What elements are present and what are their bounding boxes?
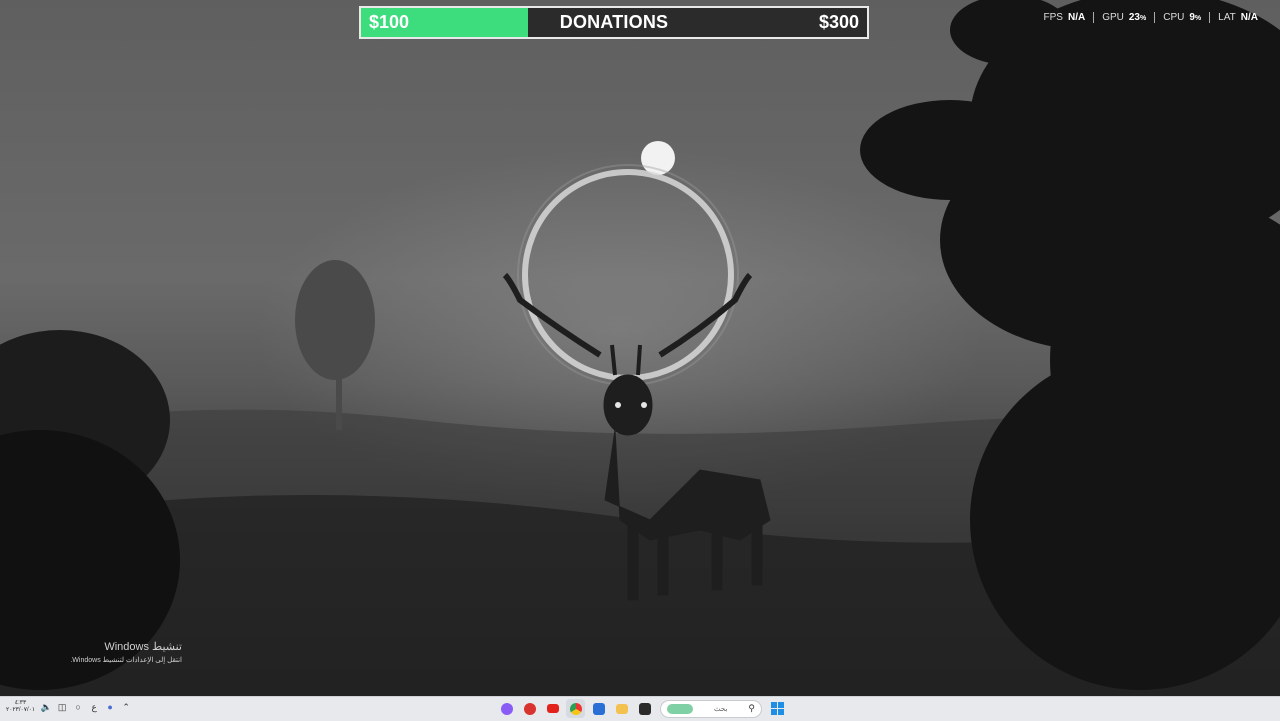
donation-goal-amount: $300: [818, 12, 859, 32]
performance-overlay: FPS N/A GPU 23% CPU 9% LAT N/A: [1036, 12, 1266, 23]
gpu-number: 23: [1128, 12, 1140, 23]
donation-title: DONATIONS: [559, 12, 669, 32]
gpu-stat: GPU 23%: [1093, 12, 1154, 23]
chevron-up-icon[interactable]: ⌃: [121, 702, 131, 712]
chrome-icon[interactable]: [566, 699, 585, 718]
cpu-unit: %: [1194, 15, 1202, 22]
latency-stat: LAT N/A: [1209, 12, 1266, 23]
fps-stat: FPS N/A: [1036, 12, 1094, 23]
fps-label: FPS: [1043, 12, 1063, 23]
latency-label: LAT: [1218, 12, 1236, 23]
store-icon[interactable]: [589, 699, 608, 718]
search-placeholder: بحث: [714, 705, 728, 713]
gpu-value: 23%: [1129, 12, 1146, 23]
cpu-stat: CPU 9%: [1154, 12, 1209, 23]
search-icon: ⚲: [748, 703, 755, 713]
donation-current-amount: $100: [369, 12, 410, 32]
start-button[interactable]: [768, 699, 787, 718]
clock-time: ٤:٣٣: [14, 700, 27, 706]
messenger-icon[interactable]: [497, 699, 516, 718]
cpu-label: CPU: [1163, 12, 1185, 23]
clock-date: ٢٠٢٣/٠٧/٠١: [6, 707, 36, 713]
cpu-value: 9%: [1189, 12, 1201, 23]
terminal-icon[interactable]: [635, 699, 654, 718]
watermark-title: تنشيط Windows: [104, 641, 182, 653]
clock[interactable]: ٤:٣٣ ٢٠٢٣/٠٧/٠١: [6, 700, 35, 714]
youtube-icon[interactable]: [543, 699, 562, 718]
watermark-subtitle: انتقل إلى الإعدادات لتنشيط Windows.: [70, 657, 182, 664]
search-highlight-icon: [667, 703, 693, 714]
desktop-wallpaper: [0, 0, 1280, 696]
taskbar-apps: بحث ⚲: [497, 699, 787, 718]
search-box[interactable]: بحث ⚲: [660, 699, 762, 718]
system-tray: ٤:٣٣ ٢٠٢٣/٠٧/٠١ 🔈 ◫ ○ ع ● ⌃: [6, 700, 131, 714]
taskbar: ٤:٣٣ ٢٠٢٣/٠٧/٠١ 🔈 ◫ ○ ع ● ⌃ بحث ⚲: [0, 696, 1280, 721]
microphone-icon[interactable]: ●: [105, 702, 115, 712]
notification-icon[interactable]: ○: [73, 702, 83, 712]
language-indicator[interactable]: ع: [89, 702, 99, 712]
gpu-unit: %: [1140, 15, 1147, 22]
donation-progress-bar: DONATIONS $100 $300: [359, 6, 869, 39]
fps-value: N/A: [1067, 12, 1086, 23]
network-icon[interactable]: ◫: [57, 702, 67, 712]
file-explorer-icon[interactable]: [612, 699, 631, 718]
app-icon[interactable]: [520, 699, 539, 718]
light-ring: [522, 169, 734, 381]
latency-value: N/A: [1240, 12, 1258, 23]
tree-small: [295, 260, 375, 430]
gpu-label: GPU: [1102, 12, 1124, 23]
volume-icon[interactable]: 🔈: [41, 702, 52, 712]
windows-activation-watermark: تنشيط Windows انتقل إلى الإعدادات لتنشيط…: [60, 640, 182, 664]
wallpaper-art: [0, 0, 1280, 696]
